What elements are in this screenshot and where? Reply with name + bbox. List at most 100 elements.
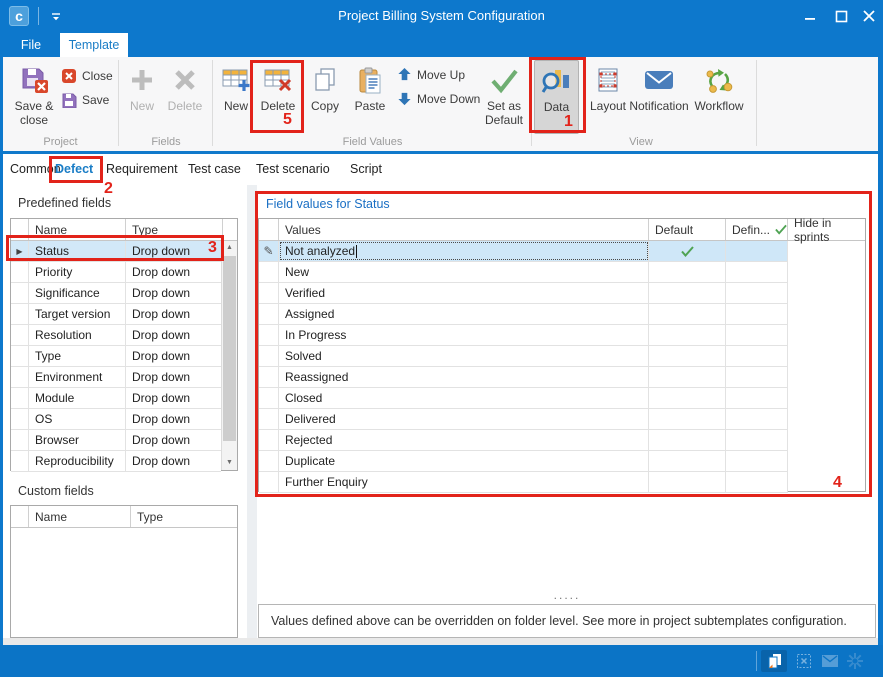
- field-value-row[interactable]: New: [259, 262, 788, 283]
- field-value-row[interactable]: Verified: [259, 283, 788, 304]
- predefined-field-row[interactable]: TypeDrop down: [11, 346, 221, 367]
- predefined-field-row[interactable]: Target versionDrop down: [11, 304, 221, 325]
- predefined-field-row[interactable]: ▶StatusDrop down: [11, 241, 221, 262]
- defined-cell[interactable]: [726, 346, 788, 366]
- minimize-button[interactable]: [799, 6, 821, 26]
- save-and-close-button[interactable]: Save & close: [8, 60, 60, 134]
- field-value-row[interactable]: Delivered: [259, 409, 788, 430]
- move-down-button[interactable]: Move Down: [397, 88, 480, 109]
- save-button[interactable]: Save: [61, 89, 109, 110]
- value-cell[interactable]: Verified: [279, 283, 649, 303]
- field-value-row[interactable]: Closed: [259, 388, 788, 409]
- defined-cell[interactable]: [726, 304, 788, 324]
- field-value-row[interactable]: Solved: [259, 346, 788, 367]
- defined-cell[interactable]: [726, 409, 788, 429]
- value-cell[interactable]: Solved: [279, 346, 649, 366]
- column-header-type[interactable]: Type: [126, 219, 223, 240]
- close-window-button[interactable]: [858, 6, 880, 26]
- value-cell[interactable]: Rejected: [279, 430, 649, 450]
- defined-cell[interactable]: [726, 283, 788, 303]
- field-value-row[interactable]: Reassigned: [259, 367, 788, 388]
- value-cell-editing[interactable]: Not analyzed: [279, 241, 649, 261]
- horizontal-splitter-handle[interactable]: .....: [258, 588, 876, 602]
- column-header-defined[interactable]: Defin...: [726, 219, 788, 240]
- value-cell[interactable]: Further Enquiry: [279, 472, 649, 492]
- default-cell[interactable]: [649, 262, 726, 282]
- defined-cell[interactable]: [726, 262, 788, 282]
- defined-cell[interactable]: [726, 325, 788, 345]
- value-cell[interactable]: Reassigned: [279, 367, 649, 387]
- column-header-default[interactable]: Default: [649, 219, 726, 240]
- copy-button[interactable]: Copy: [303, 60, 347, 134]
- move-up-button[interactable]: Move Up: [397, 64, 465, 85]
- fields-delete-button[interactable]: Delete: [162, 60, 208, 134]
- gear-icon[interactable]: [842, 650, 868, 672]
- doc-tab-test-case[interactable]: Test case: [188, 162, 241, 176]
- default-cell[interactable]: [649, 451, 726, 471]
- mail-status-icon[interactable]: [817, 650, 843, 672]
- value-cell[interactable]: Assigned: [279, 304, 649, 324]
- defined-cell[interactable]: [726, 388, 788, 408]
- field-value-row[interactable]: Rejected: [259, 430, 788, 451]
- column-header-values[interactable]: Values: [279, 219, 649, 240]
- scrollbar-thumb[interactable]: [223, 256, 236, 441]
- tab-file[interactable]: File: [6, 33, 56, 57]
- value-cell[interactable]: Delivered: [279, 409, 649, 429]
- predefined-field-row[interactable]: ReproducibilityDrop down: [11, 451, 221, 472]
- default-cell[interactable]: [649, 409, 726, 429]
- defined-cell[interactable]: [726, 241, 788, 261]
- default-cell[interactable]: [649, 325, 726, 345]
- predefined-field-row[interactable]: EnvironmentDrop down: [11, 367, 221, 388]
- predefined-field-row[interactable]: OSDrop down: [11, 409, 221, 430]
- doc-tab-requirement[interactable]: Requirement: [106, 162, 178, 176]
- column-header-type[interactable]: Type: [131, 506, 237, 527]
- field-values-new-button[interactable]: New: [216, 60, 256, 134]
- predefined-field-row[interactable]: SignificanceDrop down: [11, 283, 221, 304]
- defined-cell[interactable]: [726, 472, 788, 492]
- set-as-default-button[interactable]: Set as Default: [479, 60, 529, 134]
- default-cell[interactable]: [649, 241, 726, 261]
- workflow-button[interactable]: Workflow: [690, 60, 748, 134]
- data-button[interactable]: Data: [534, 60, 579, 134]
- predefined-field-row[interactable]: PriorityDrop down: [11, 262, 221, 283]
- field-values-delete-button[interactable]: Delete: [256, 60, 300, 134]
- scroll-down-icon[interactable]: ▼: [222, 456, 237, 470]
- field-value-row[interactable]: Assigned: [259, 304, 788, 325]
- paste-button[interactable]: Paste: [348, 60, 392, 134]
- default-cell[interactable]: [649, 472, 726, 492]
- default-cell[interactable]: [649, 304, 726, 324]
- panel-splitter[interactable]: [247, 185, 257, 638]
- column-header-hide-in-sprints[interactable]: Hide in sprints: [788, 219, 865, 240]
- default-cell[interactable]: [649, 346, 726, 366]
- field-value-row[interactable]: Further Enquiry: [259, 472, 788, 493]
- documents-icon[interactable]: [761, 650, 787, 672]
- default-cell[interactable]: [649, 367, 726, 387]
- fields-new-button[interactable]: New: [123, 60, 161, 134]
- scroll-up-icon[interactable]: ▲: [222, 241, 237, 255]
- value-cell[interactable]: New: [279, 262, 649, 282]
- close-button[interactable]: Close: [61, 65, 113, 86]
- defined-cell[interactable]: [726, 430, 788, 450]
- value-cell[interactable]: Closed: [279, 388, 649, 408]
- grid-box-icon[interactable]: [791, 650, 817, 672]
- default-cell[interactable]: [649, 283, 726, 303]
- predefined-field-row[interactable]: ResolutionDrop down: [11, 325, 221, 346]
- field-value-row[interactable]: Duplicate: [259, 451, 788, 472]
- tab-template[interactable]: Template: [60, 33, 128, 57]
- default-cell[interactable]: [649, 388, 726, 408]
- value-cell[interactable]: Duplicate: [279, 451, 649, 471]
- doc-tab-script[interactable]: Script: [350, 162, 382, 176]
- value-cell[interactable]: In Progress: [279, 325, 649, 345]
- doc-tab-test-scenario[interactable]: Test scenario: [256, 162, 330, 176]
- predefined-field-row[interactable]: ModuleDrop down: [11, 388, 221, 409]
- column-header-name[interactable]: Name: [29, 219, 126, 240]
- defined-cell[interactable]: [726, 367, 788, 387]
- doc-tab-common[interactable]: Common: [10, 162, 61, 176]
- field-value-row[interactable]: ✎Not analyzed: [259, 241, 788, 262]
- column-header-name[interactable]: Name: [29, 506, 131, 527]
- predefined-field-row[interactable]: BrowserDrop down: [11, 430, 221, 451]
- doc-tab-defect[interactable]: Defect: [55, 162, 93, 176]
- predefined-fields-scrollbar[interactable]: ▲ ▼: [221, 241, 237, 470]
- default-cell[interactable]: [649, 430, 726, 450]
- maximize-button[interactable]: [830, 6, 852, 26]
